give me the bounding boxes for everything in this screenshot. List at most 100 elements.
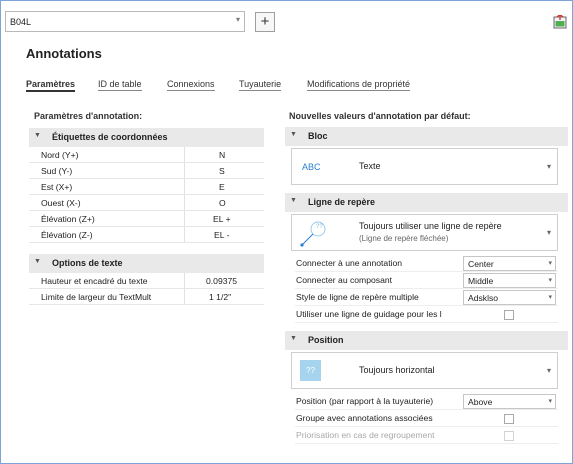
leader-prop-label: Utiliser une ligne de guidage pour les l xyxy=(296,309,442,319)
position-prop-label: Position (par rapport à la tuyauterie) xyxy=(296,396,434,406)
column-divider xyxy=(184,211,185,226)
text-option-label: Hauteur et encadré du texte xyxy=(41,276,148,286)
group-annotations-checkbox[interactable] xyxy=(504,414,514,424)
chevron-down-icon: ▾ xyxy=(546,366,551,375)
position-relative-select[interactable]: Above ▾ xyxy=(463,394,556,409)
tab-id-de-table[interactable]: ID de table xyxy=(98,79,142,91)
chevron-down-icon: ▾ xyxy=(546,162,551,171)
text-option-value[interactable]: 1 1/2" xyxy=(209,292,231,302)
connect-annotation-select[interactable]: Center ▾ xyxy=(463,256,556,271)
position-prop-label: Groupe avec annotations associées xyxy=(296,413,433,423)
annotation-settings-window: B04L ▾ + Annotations Paramètres ID de ta… xyxy=(0,0,573,464)
text-options-section-header[interactable]: ▼ Options de texte xyxy=(29,254,264,273)
grouping-priority-checkbox xyxy=(504,431,514,441)
page-title: Annotations xyxy=(26,46,102,61)
text-option-label: Limite de largeur du TextMult xyxy=(41,292,152,302)
collapse-triangle-icon: ▼ xyxy=(290,335,297,342)
chevron-down-icon: ▾ xyxy=(548,294,552,301)
coord-label: Élévation (Z+) xyxy=(41,214,95,224)
column-divider xyxy=(184,273,185,288)
coord-label: Élévation (Z-) xyxy=(41,230,93,240)
chevron-down-icon: ▾ xyxy=(546,228,551,237)
text-options-section-title: Options de texte xyxy=(52,258,123,268)
bloc-section-header[interactable]: ▼ Bloc xyxy=(285,127,568,146)
leader-section-header[interactable]: ▼ Ligne de repère xyxy=(285,193,568,212)
leader-prop-row: Style de ligne de repère multiple Adskls… xyxy=(295,289,558,306)
leader-section-title: Ligne de repère xyxy=(308,197,376,207)
select-value: Above xyxy=(468,397,493,407)
table-row[interactable]: Sud (Y-) S xyxy=(29,163,264,179)
coord-value[interactable]: O xyxy=(219,198,226,208)
column-divider xyxy=(184,163,185,178)
table-row[interactable]: Hauteur et encadré du texte 0.09375 xyxy=(29,273,264,289)
connect-component-select[interactable]: Middle ▾ xyxy=(463,273,556,288)
leader-prop-row: Connecter au composant Middle ▾ xyxy=(295,272,558,289)
tab-tuyauterie[interactable]: Tuyauterie xyxy=(239,79,282,91)
style-dropdown-value: B04L xyxy=(10,17,32,27)
position-dropdown[interactable]: ?? Toujours horizontal ▾ xyxy=(291,352,558,389)
table-row[interactable]: Nord (Y+) N xyxy=(29,147,264,163)
column-divider xyxy=(184,179,185,194)
column-divider xyxy=(184,227,185,242)
coord-value[interactable]: EL + xyxy=(213,214,231,224)
select-value: Adsklso xyxy=(468,293,499,303)
style-dropdown[interactable]: B04L ▾ xyxy=(5,11,245,32)
table-row[interactable]: Est (X+) E xyxy=(29,179,264,195)
position-prop-row: Priorisation en cas de regroupement xyxy=(295,427,558,444)
tab-modifications[interactable]: Modifications de propriété xyxy=(307,79,411,91)
chevron-down-icon: ▾ xyxy=(235,15,240,24)
leader-dropdown-value: Toujours utiliser une ligne de repère xyxy=(359,221,502,231)
table-row[interactable]: Limite de largeur du TextMult 1 1/2" xyxy=(29,289,264,305)
chevron-down-icon: ▾ xyxy=(548,277,552,284)
collapse-triangle-icon: ▼ xyxy=(34,258,41,265)
collapse-triangle-icon: ▼ xyxy=(290,131,297,138)
bloc-dropdown-value: Texte xyxy=(359,161,381,171)
chevron-down-icon: ▾ xyxy=(548,260,552,267)
coord-value[interactable]: N xyxy=(219,150,225,160)
add-style-button[interactable]: + xyxy=(255,12,275,32)
leader-dropdown-subvalue: (Ligne de repère fléchée) xyxy=(359,234,449,243)
coord-label: Sud (Y-) xyxy=(41,166,73,176)
text-option-value[interactable]: 0.09375 xyxy=(206,276,237,286)
select-value: Middle xyxy=(468,276,494,286)
leader-arrow-icon xyxy=(300,221,326,247)
multileader-style-select[interactable]: Adsklso ▾ xyxy=(463,290,556,305)
position-prop-row: Position (par rapport à la tuyauterie) A… xyxy=(295,393,558,410)
coord-label: Nord (Y+) xyxy=(41,150,79,160)
tab-connexions[interactable]: Connexions xyxy=(167,79,215,91)
export-icon[interactable] xyxy=(553,15,567,29)
table-row[interactable]: Élévation (Z-) EL - xyxy=(29,227,264,243)
coord-label: Ouest (X-) xyxy=(41,198,81,208)
leader-prop-row: Connecter à une annotation Center ▾ xyxy=(295,255,558,272)
position-prop-row: Groupe avec annotations associées xyxy=(295,410,558,427)
abc-preview-icon: ABC xyxy=(302,162,321,172)
leader-dropdown[interactable]: ?? Toujours utiliser une ligne de repère… xyxy=(291,214,558,251)
position-preview-icon: ?? xyxy=(300,360,321,381)
position-section-title: Position xyxy=(308,335,344,345)
tab-parametres[interactable]: Paramètres xyxy=(26,79,76,92)
column-divider xyxy=(184,195,185,210)
coord-value[interactable]: E xyxy=(219,182,225,192)
position-dropdown-value: Toujours horizontal xyxy=(359,365,435,375)
top-bar: B04L ▾ + xyxy=(5,11,568,33)
table-row[interactable]: Élévation (Z+) EL + xyxy=(29,211,264,227)
coords-section-header[interactable]: ▼ Étiquettes de coordonnées xyxy=(29,128,264,147)
guide-line-checkbox[interactable] xyxy=(504,310,514,320)
coords-section-title: Étiquettes de coordonnées xyxy=(52,132,168,142)
collapse-triangle-icon: ▼ xyxy=(290,197,297,204)
table-row[interactable]: Ouest (X-) O xyxy=(29,195,264,211)
leader-icon-text: ?? xyxy=(316,224,323,230)
coord-value[interactable]: EL - xyxy=(214,230,229,240)
leader-prop-label: Connecter à une annotation xyxy=(296,258,403,268)
right-column-heading: Nouvelles valeurs d'annotation par défau… xyxy=(289,111,471,121)
bloc-section-title: Bloc xyxy=(308,131,328,141)
left-column-heading: Paramètres d'annotation: xyxy=(34,111,143,121)
leader-prop-label: Style de ligne de repère multiple xyxy=(296,292,419,302)
coord-label: Est (X+) xyxy=(41,182,73,192)
collapse-triangle-icon: ▼ xyxy=(34,132,41,139)
chevron-down-icon: ▾ xyxy=(548,398,552,405)
bloc-dropdown[interactable]: ABC Texte ▾ xyxy=(291,148,558,185)
coord-value[interactable]: S xyxy=(219,166,225,176)
position-prop-label: Priorisation en cas de regroupement xyxy=(296,430,435,440)
position-section-header[interactable]: ▼ Position xyxy=(285,331,568,350)
